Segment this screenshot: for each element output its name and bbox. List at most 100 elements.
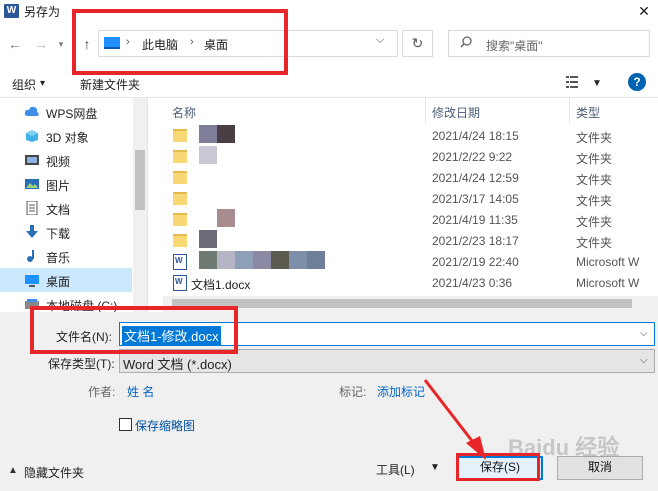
tags-label: 标记:	[339, 385, 367, 399]
blurred-name	[199, 146, 217, 164]
annotation-box-filename	[30, 306, 238, 354]
blurred-name	[271, 251, 289, 269]
file-row[interactable]: 文档1.docx 2021/4/23 0:36 Microsoft W	[147, 272, 658, 293]
blurred-name	[307, 251, 325, 269]
sidebar-item-label: 视频	[46, 155, 71, 169]
sidebar-item-label: 文档	[46, 203, 71, 217]
annotation-box-save	[456, 453, 540, 481]
forward-arrow-icon[interactable]: →	[30, 34, 52, 54]
file-type: Microsoft W	[576, 255, 640, 269]
blurred-name	[253, 251, 271, 269]
file-row[interactable]: 2021/2/23 18:17 文件夹	[147, 230, 658, 251]
tools-menu[interactable]: 工具(L)	[376, 461, 415, 478]
search-placeholder: 搜索"桌面"	[486, 39, 543, 53]
folder-icon	[173, 234, 187, 247]
file-row[interactable]: 2021/4/19 11:35 文件夹	[147, 209, 658, 230]
sidebar-scrollbar-thumb[interactable]	[135, 150, 145, 210]
file-type: 文件夹	[576, 173, 613, 187]
folder-icon	[173, 213, 187, 226]
sidebar-item-desktop[interactable]: 桌面	[0, 268, 132, 292]
folder-icon	[173, 192, 187, 205]
file-date: 2021/4/24 18:15	[432, 129, 519, 143]
close-icon[interactable]: ✕	[630, 0, 658, 22]
column-header-date[interactable]: 修改日期	[432, 104, 480, 121]
view-caret-icon[interactable]: ▼	[592, 78, 602, 89]
file-date: 2021/4/19 11:35	[432, 213, 518, 227]
sidebar-item-label: 3D 对象	[46, 131, 89, 145]
sidebar-item-downloads[interactable]: 下载	[0, 220, 132, 244]
column-divider[interactable]	[569, 98, 570, 124]
organize-menu[interactable]: 组织	[12, 76, 36, 93]
new-folder-button[interactable]: 新建文件夹	[80, 76, 140, 93]
file-type: Microsoft W	[576, 276, 640, 290]
refresh-icon[interactable]: ↻	[402, 30, 433, 57]
cube-icon	[26, 130, 38, 142]
author-label: 作者:	[88, 385, 116, 399]
save-thumbnail-checkbox[interactable]	[119, 418, 132, 431]
sidebar-item-pictures[interactable]: 图片	[0, 172, 132, 196]
author-value[interactable]: 姓 名	[127, 383, 154, 400]
file-list-hscrollbar-thumb[interactable]	[172, 299, 632, 308]
sidebar-item-label: 桌面	[46, 275, 71, 289]
blurred-name	[217, 251, 235, 269]
file-row[interactable]: 2021/2/22 9:22 文件夹	[147, 146, 658, 167]
sidebar-item-label: WPS网盘	[46, 107, 98, 121]
file-date: 2021/4/23 0:36	[432, 276, 513, 290]
filetype-dropdown-icon[interactable]: ⌵	[640, 355, 648, 366]
word-document-icon	[173, 275, 187, 291]
sidebar-item-label: 图片	[46, 179, 71, 193]
add-tags-link[interactable]: 添加标记	[377, 383, 425, 400]
file-type: 文件夹	[576, 215, 613, 229]
download-icon	[26, 225, 38, 238]
sidebar-item-wps-drive[interactable]: WPS网盘	[0, 100, 132, 124]
search-icon	[460, 36, 472, 48]
file-row[interactable]: 2021/3/17 14:05 文件夹	[147, 188, 658, 209]
document-icon	[26, 201, 38, 215]
filename-dropdown-icon[interactable]: ⌵	[640, 328, 648, 339]
blurred-name	[199, 251, 217, 269]
address-dropdown-icon[interactable]: ⌵	[376, 34, 384, 47]
sidebar-item-label: 下载	[46, 227, 71, 241]
blurred-name	[199, 125, 217, 143]
file-date: 2021/2/23 18:17	[432, 234, 519, 248]
recent-locations-chevron-icon[interactable]: ▾	[54, 34, 68, 54]
file-type: 文件夹	[576, 131, 613, 145]
blurred-name	[199, 230, 217, 248]
filetype-value: Word 文档 (*.docx)	[123, 357, 232, 372]
file-row[interactable]: 2021/4/24 18:15 文件夹	[147, 125, 658, 146]
file-row[interactable]: 2021/4/24 12:59 文件夹	[147, 167, 658, 188]
video-icon	[25, 155, 39, 165]
save-thumbnail-label[interactable]: 保存缩略图	[135, 417, 195, 434]
hide-folders-button[interactable]: 隐藏文件夹	[24, 464, 84, 481]
file-row[interactable]: 2021/2/19 22:40 Microsoft W	[147, 251, 658, 272]
word-document-icon	[173, 254, 187, 270]
sidebar-item-3d-objects[interactable]: 3D 对象	[0, 124, 132, 148]
back-arrow-icon[interactable]: ←	[4, 34, 26, 54]
search-input[interactable]	[448, 30, 650, 57]
file-date: 2021/2/22 9:22	[432, 150, 513, 164]
view-options-icon[interactable]	[566, 76, 582, 88]
sidebar-item-music[interactable]: 音乐	[0, 244, 132, 268]
word-app-icon: W	[4, 4, 19, 18]
folder-icon	[173, 150, 187, 163]
file-date: 2021/4/24 12:59	[432, 171, 519, 185]
sidebar-item-videos[interactable]: 视频	[0, 148, 132, 172]
file-date: 2021/2/19 22:40	[432, 255, 519, 269]
sidebar-item-documents[interactable]: 文档	[0, 196, 132, 220]
collapse-caret-icon[interactable]: ▲	[8, 465, 18, 476]
annotation-box-address	[72, 9, 288, 75]
file-type: 文件夹	[576, 152, 613, 166]
file-name: 文档1.docx	[191, 278, 251, 292]
tools-caret-icon[interactable]: ▼	[430, 462, 440, 473]
file-type: 文件夹	[576, 194, 613, 208]
desktop-icon	[25, 275, 39, 287]
column-header-type[interactable]: 类型	[576, 104, 600, 121]
blurred-name	[217, 125, 235, 143]
column-divider[interactable]	[425, 98, 426, 124]
music-icon	[27, 250, 34, 262]
organize-caret-icon[interactable]: ▾	[40, 78, 45, 89]
folder-icon	[173, 129, 187, 142]
help-icon[interactable]: ?	[628, 73, 646, 91]
cloud-icon	[24, 106, 39, 116]
column-header-name[interactable]: 名称	[172, 104, 196, 121]
